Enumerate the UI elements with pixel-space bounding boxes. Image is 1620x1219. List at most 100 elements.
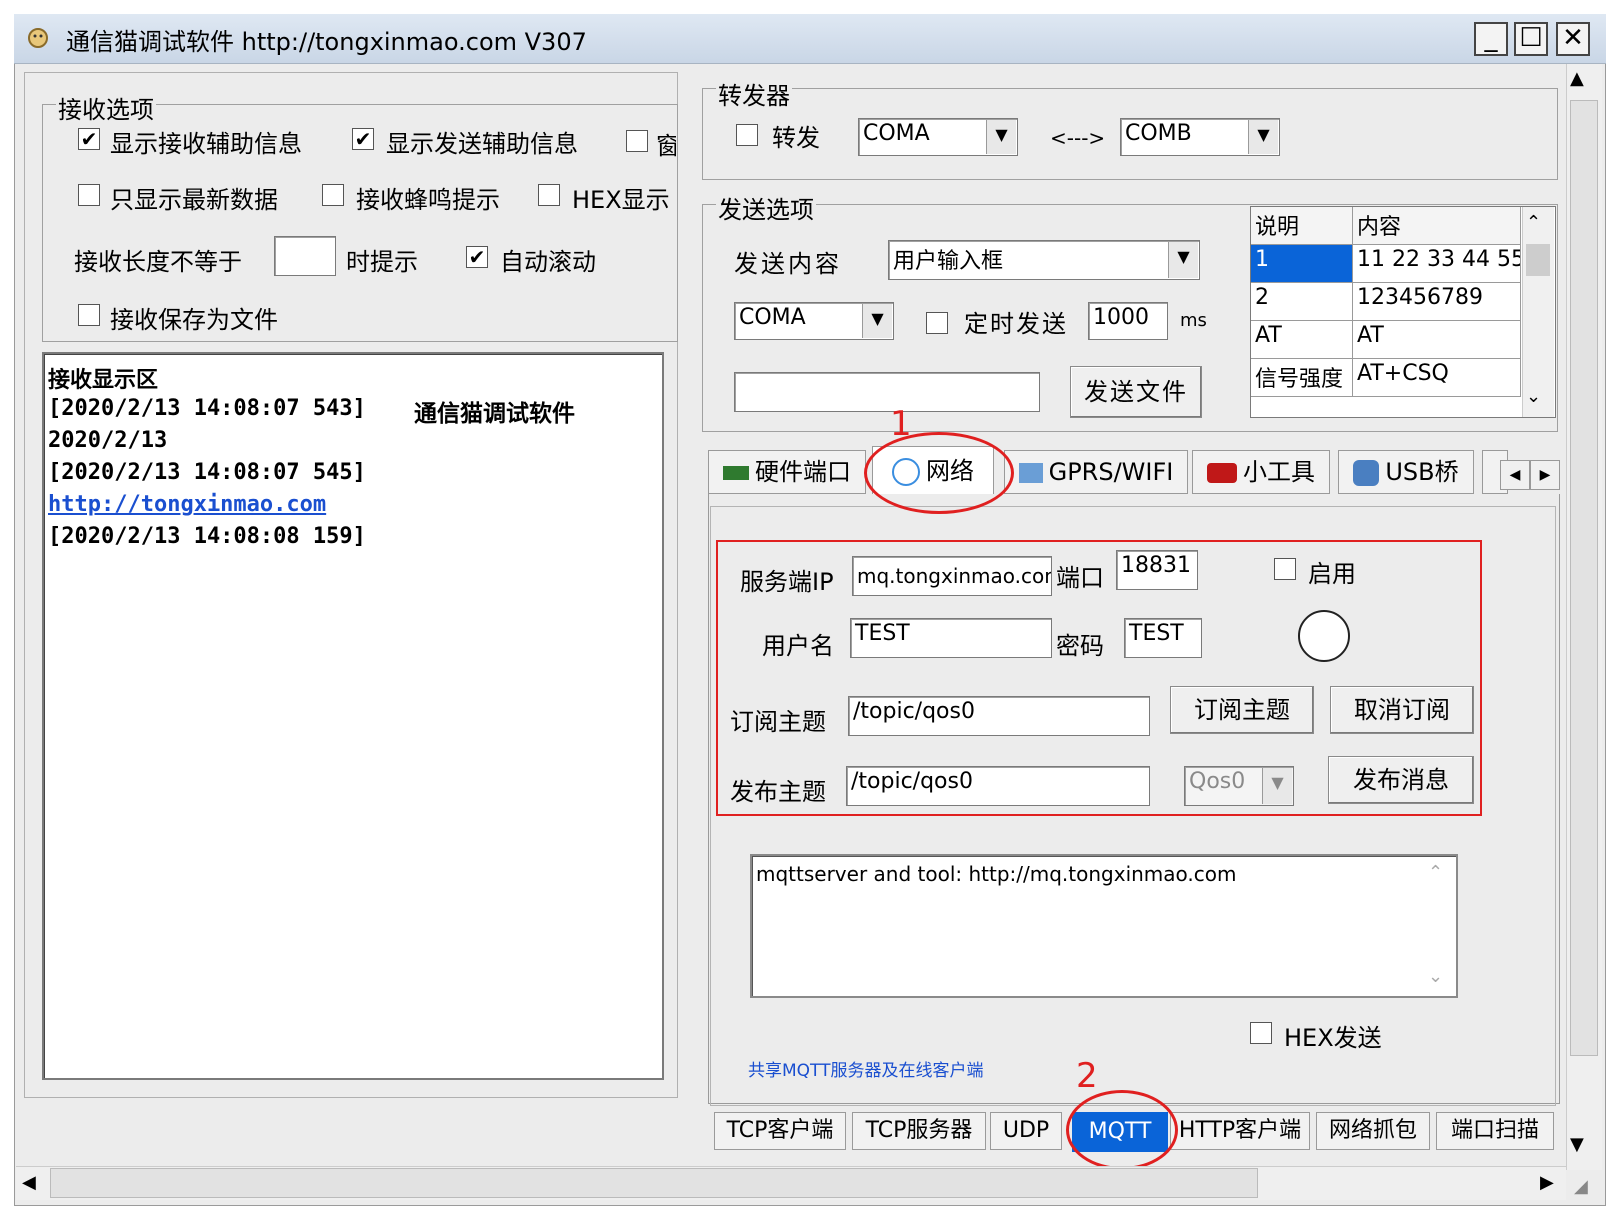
resize-grip-icon[interactable]: ◢ <box>1574 1176 1588 1197</box>
app-icon <box>26 26 50 50</box>
hardware-port-icon <box>723 466 749 480</box>
tab-tcp-server[interactable]: TCP服务器 <box>852 1112 986 1150</box>
length-prefix-label: 接收长度不等于 <box>74 248 242 276</box>
beep-label: 接收蜂鸣提示 <box>356 186 500 214</box>
table-cell[interactable]: AT <box>1353 321 1521 359</box>
table-cell[interactable]: 123456789 <box>1353 283 1521 321</box>
receive-area-header: 接收显示区 <box>48 368 159 393</box>
auto-scroll-label: 自动滚动 <box>500 248 596 276</box>
receive-line: 通信猫调试软件 <box>414 401 575 427</box>
toolbox-icon <box>1207 463 1237 483</box>
chevron-down-icon[interactable]: ▼ <box>1168 242 1198 278</box>
receive-line: 2020/2/13 <box>48 428 168 453</box>
tab-udp[interactable]: UDP <box>990 1112 1062 1150</box>
shared-mqtt-link[interactable]: 共享MQTT服务器及在线客户端 <box>748 1056 984 1081</box>
minimize-button[interactable]: _ <box>1474 22 1508 56</box>
annotation-number-2: 2 <box>1076 1056 1098 1096</box>
chevron-down-icon[interactable]: ▼ <box>1248 120 1278 154</box>
chevron-down-icon[interactable]: ⌄ <box>1526 386 1541 407</box>
port-b-value: COMB <box>1125 121 1192 146</box>
tab-scroll-right-icon[interactable]: ▶ <box>1530 460 1560 490</box>
chevron-up-icon[interactable]: ⌃ <box>1428 862 1443 883</box>
hex-display-label: HEX显示 <box>572 186 670 214</box>
scroll-down-icon[interactable]: ▼ <box>1570 1134 1584 1155</box>
tab-label: 小工具 <box>1243 458 1315 486</box>
save-to-file-checkbox[interactable] <box>78 304 100 326</box>
show-recv-info-label: 显示接收辅助信息 <box>110 130 302 158</box>
send-content-select[interactable]: 用户输入框 <box>888 240 1200 280</box>
forwarder-legend: 转发器 <box>716 76 792 111</box>
close-button[interactable]: ✕ <box>1556 22 1590 56</box>
tab-port-scan[interactable]: 端口扫描 <box>1436 1112 1554 1150</box>
forward-label: 转发 <box>772 124 820 152</box>
network-tab-highlight-ellipse <box>864 432 1014 514</box>
window-partial-label: 窗 <box>656 132 676 160</box>
tab-label: USB桥 <box>1385 458 1459 486</box>
table-cell[interactable]: AT+CSQ <box>1353 359 1521 397</box>
receive-options-legend: 接收选项 <box>56 90 156 125</box>
show-send-info-checkbox[interactable]: ✔ <box>352 128 374 150</box>
tab-scroll-left-icon[interactable]: ◀ <box>1500 460 1530 490</box>
send-port-value: COMA <box>739 305 806 330</box>
scroll-right-icon[interactable]: ▶ <box>1540 1172 1554 1193</box>
tab-label: GPRS/WIFI <box>1048 458 1174 486</box>
scroll-thumb[interactable] <box>1526 244 1550 276</box>
window-title: 通信猫调试软件 http://tongxinmao.com V307 <box>66 28 587 56</box>
usb-icon <box>1353 460 1380 486</box>
maximize-button[interactable]: ☐ <box>1514 22 1548 56</box>
tab-tools[interactable]: 小工具 <box>1192 450 1330 494</box>
send-content-label: 发送内容 <box>734 250 842 278</box>
annotation-number-1: 1 <box>890 404 912 444</box>
receive-line: [2020/2/13 14:08:07 545] <box>48 460 366 485</box>
beep-checkbox[interactable] <box>322 184 344 206</box>
window-partial-checkbox[interactable] <box>626 130 648 152</box>
chevron-up-icon[interactable]: ⌃ <box>1526 212 1541 233</box>
chevron-down-icon[interactable]: ▼ <box>862 304 892 338</box>
save-to-file-label: 接收保存为文件 <box>110 306 278 334</box>
send-file-path-input[interactable] <box>734 372 1040 412</box>
gprs-icon <box>1018 463 1043 483</box>
table-cell[interactable]: 11 22 33 44 55 <box>1353 245 1521 283</box>
tab-http-client[interactable]: HTTP客户端 <box>1170 1112 1310 1150</box>
tab-tcp-client[interactable]: TCP客户端 <box>714 1112 846 1150</box>
receive-link[interactable]: http://tongxinmao.com <box>48 492 326 517</box>
hex-send-label: HEX发送 <box>1284 1024 1382 1052</box>
timed-send-label: 定时发送 <box>964 310 1068 338</box>
interval-unit-label: ms <box>1180 310 1207 331</box>
receive-line: [2020/2/13 14:08:07 543] <box>48 396 366 421</box>
tab-gprs-wifi[interactable]: GPRS/WIFI <box>1004 450 1188 494</box>
tab-hardware-port[interactable]: 硬件端口 <box>708 450 866 494</box>
forward-checkbox[interactable] <box>736 124 758 146</box>
mqtt-tab-highlight-ellipse <box>1066 1090 1178 1170</box>
table-header[interactable]: 说明 <box>1251 207 1353 245</box>
hex-display-checkbox[interactable] <box>538 184 560 206</box>
tab-usb-bridge[interactable]: USB桥 <box>1338 450 1474 494</box>
show-latest-label: 只显示最新数据 <box>110 186 278 214</box>
chevron-down-icon[interactable]: ▼ <box>986 120 1016 154</box>
hex-send-checkbox[interactable] <box>1250 1022 1272 1044</box>
table-cell[interactable]: 信号强度 <box>1251 359 1353 397</box>
length-input[interactable] <box>274 236 336 276</box>
vertical-scroll-thumb[interactable] <box>1570 100 1598 1056</box>
interval-input[interactable]: 1000 <box>1088 302 1168 340</box>
table-header[interactable]: 内容 <box>1353 207 1521 245</box>
auto-scroll-checkbox[interactable]: ✔ <box>466 246 488 268</box>
tab-label: 硬件端口 <box>755 458 851 486</box>
table-cell[interactable]: AT <box>1251 321 1353 359</box>
timed-send-checkbox[interactable] <box>926 312 948 334</box>
table-cell[interactable]: 1 <box>1251 245 1353 283</box>
scroll-up-icon[interactable]: ▲ <box>1570 68 1584 89</box>
message-text: mqttserver and tool: http://mq.tongxinma… <box>756 862 1237 886</box>
tab-packet-capture[interactable]: 网络抓包 <box>1316 1112 1430 1150</box>
mqtt-highlight-box <box>716 540 1482 816</box>
show-recv-info-checkbox[interactable]: ✔ <box>78 128 100 150</box>
send-file-button[interactable]: 发送文件 <box>1070 366 1202 418</box>
show-send-info-label: 显示发送辅助信息 <box>386 130 578 158</box>
table-cell[interactable]: 2 <box>1251 283 1353 321</box>
show-latest-checkbox[interactable] <box>78 184 100 206</box>
horizontal-scroll-thumb[interactable] <box>50 1168 1258 1198</box>
scroll-left-icon[interactable]: ◀ <box>22 1172 36 1193</box>
send-content-value: 用户输入框 <box>893 249 1004 274</box>
chevron-down-icon[interactable]: ⌄ <box>1428 966 1443 987</box>
receive-line: [2020/2/13 14:08:08 159] <box>48 524 366 549</box>
